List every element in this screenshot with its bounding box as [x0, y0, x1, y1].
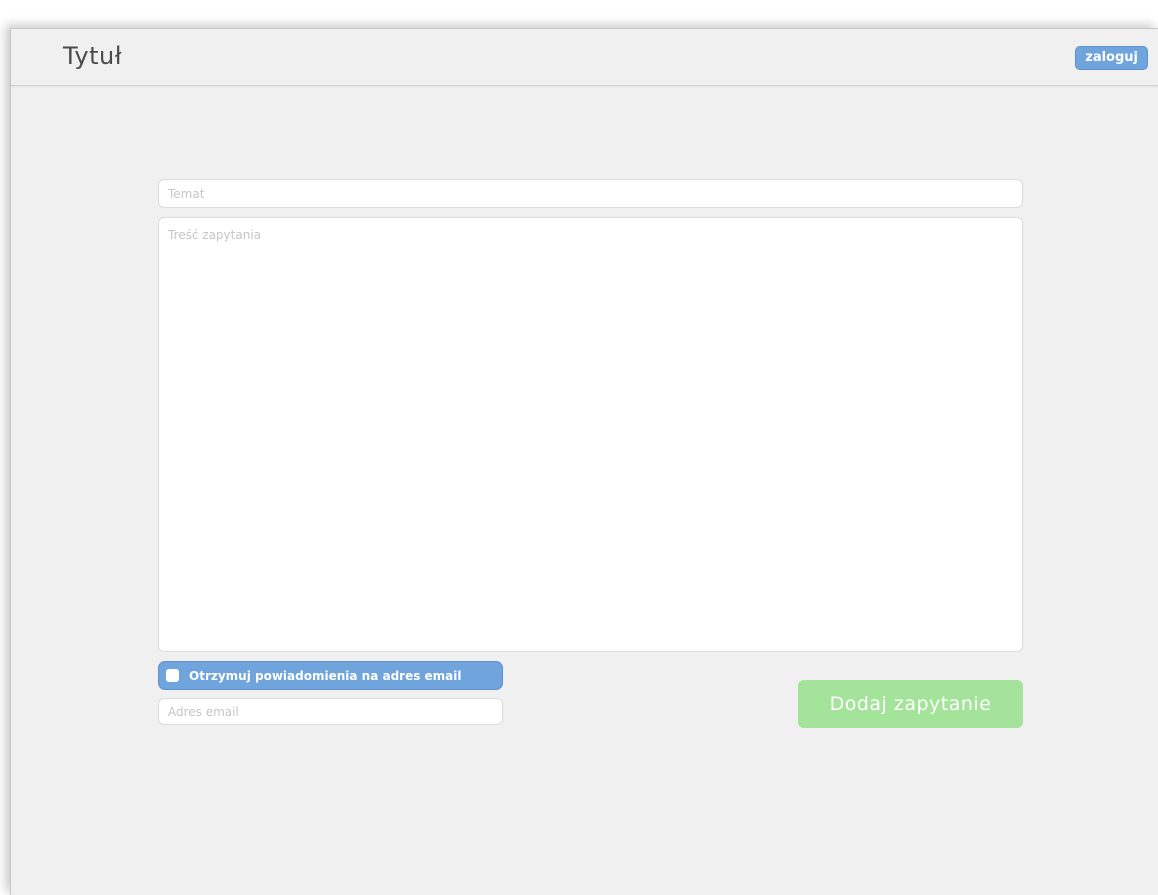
app-window: Tytuł zaloguj Otrzymuj powiadomienia na … [10, 28, 1158, 895]
question-content-textarea[interactable] [158, 217, 1023, 652]
page-title: Tytuł [63, 42, 123, 70]
subject-input[interactable] [158, 179, 1023, 208]
notification-label: Otrzymuj powiadomienia na adres email [189, 668, 462, 683]
login-button[interactable]: zaloguj [1075, 46, 1148, 70]
notification-checkbox[interactable] [166, 669, 179, 682]
email-notification-toggle[interactable]: Otrzymuj powiadomienia na adres email [158, 661, 503, 690]
email-field[interactable] [158, 698, 503, 725]
add-question-button[interactable]: Dodaj zapytanie [798, 680, 1023, 728]
header-bar: Tytuł zaloguj [11, 29, 1158, 86]
